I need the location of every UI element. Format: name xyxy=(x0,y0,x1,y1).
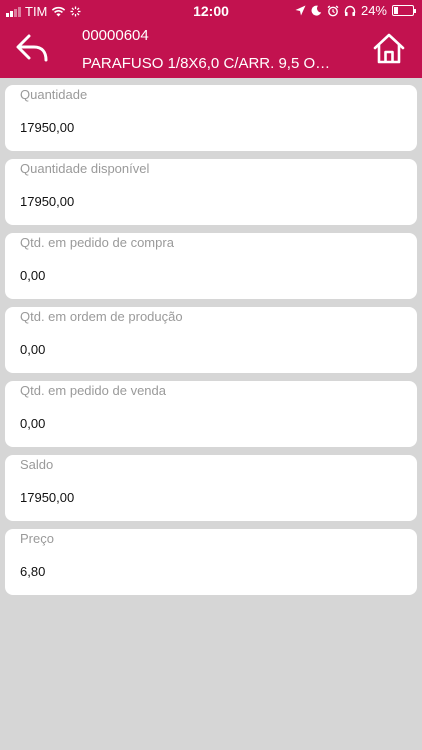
product-description: PARAFUSO 1/8X6,0 C/ARR. 9,5 O… xyxy=(82,55,331,72)
field-label: Quantidade disponível xyxy=(20,161,150,176)
field-label: Qtd. em ordem de produção xyxy=(20,309,183,324)
field-card-ordem-producao: Qtd. em ordem de produção 0,00 xyxy=(5,307,417,373)
field-card-pedido-compra: Qtd. em pedido de compra 0,00 xyxy=(5,233,417,299)
field-value: 0,00 xyxy=(20,268,46,283)
field-value: 17950,00 xyxy=(20,194,75,209)
field-value: 17950,00 xyxy=(20,490,75,505)
field-value: 0,00 xyxy=(20,416,46,431)
alarm-icon xyxy=(327,4,339,16)
field-card-pedido-venda: Qtd. em pedido de venda 0,00 xyxy=(5,381,417,447)
location-icon xyxy=(295,5,306,16)
headphones-icon xyxy=(344,5,356,16)
status-bar: TIM 12:00 24% xyxy=(0,0,422,22)
field-card-quantidade: Quantidade 17950,00 xyxy=(5,85,417,151)
field-value: 6,80 xyxy=(20,564,46,579)
field-label: Quantidade xyxy=(20,87,88,102)
field-card-preco: Preço 6,80 xyxy=(5,529,417,595)
battery-percent: 24% xyxy=(360,3,387,18)
field-card-saldo: Saldo 17950,00 xyxy=(5,455,417,521)
app-header: 00000604 PARAFUSO 1/8X6,0 C/ARR. 9,5 O… xyxy=(0,22,422,78)
home-icon xyxy=(373,33,405,64)
back-button[interactable] xyxy=(14,32,50,66)
status-right: 24% xyxy=(295,3,416,18)
field-value: 17950,00 xyxy=(20,120,75,135)
field-list: Quantidade 17950,00 Quantidade disponíve… xyxy=(5,85,417,603)
field-label: Preço xyxy=(20,531,54,546)
back-arrow-icon xyxy=(16,34,48,62)
field-label: Qtd. em pedido de compra xyxy=(20,235,174,250)
field-label: Saldo xyxy=(20,457,54,472)
battery-icon xyxy=(392,5,416,16)
product-code: 00000604 xyxy=(82,27,149,44)
field-card-quantidade-disponivel: Quantidade disponível 17950,00 xyxy=(5,159,417,225)
moon-icon xyxy=(311,5,322,16)
field-value: 0,00 xyxy=(20,342,46,357)
field-label: Qtd. em pedido de venda xyxy=(20,383,166,398)
home-button[interactable] xyxy=(372,32,406,66)
